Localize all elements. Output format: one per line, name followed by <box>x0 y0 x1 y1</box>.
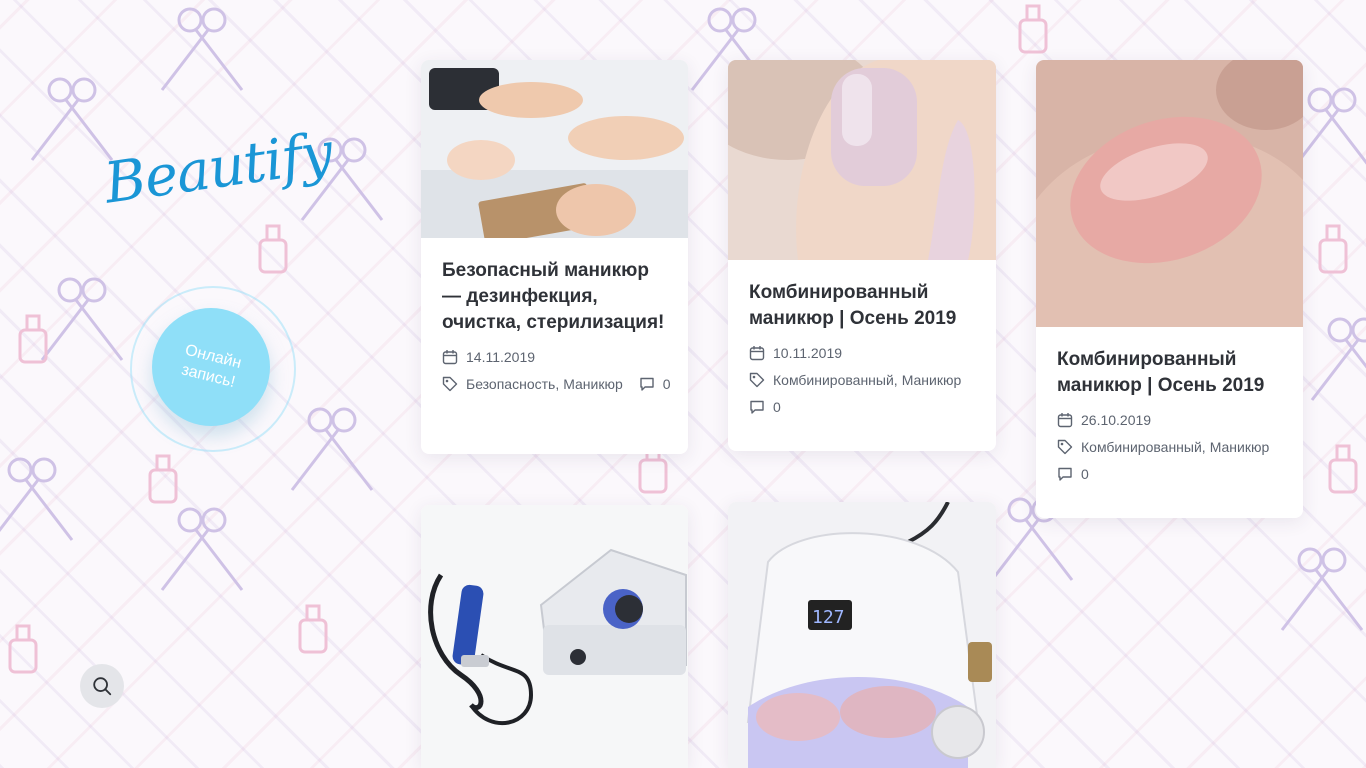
comment-icon <box>750 400 764 414</box>
post-tags: Комбинированный, Маникюр <box>1057 439 1282 455</box>
post-card: 127 <box>728 502 996 768</box>
tag-icon <box>442 376 458 392</box>
tag-icon <box>1057 439 1073 455</box>
post-tag-link[interactable]: Комбинированный <box>1081 439 1202 455</box>
post-comments-count: 0 <box>773 399 781 415</box>
post-comments: 0 <box>749 399 975 415</box>
calendar-icon <box>749 346 765 361</box>
post-thumbnail-manicure-procedure[interactable] <box>421 60 688 238</box>
comment-icon <box>1058 467 1072 481</box>
post-card <box>421 505 688 768</box>
search-icon <box>93 677 112 696</box>
post-tag-link[interactable]: Комбинированный <box>773 372 894 388</box>
post-date: 26.10.2019 <box>1057 412 1282 428</box>
post-tags: Комбинированный, Маникюр <box>749 372 975 388</box>
post-title[interactable]: Комбинированный маникюр | Осень 2019 <box>749 280 975 332</box>
online-booking-widget: Онлайн запись! <box>130 286 296 452</box>
comment-icon <box>640 377 654 391</box>
post-date-text: 26.10.2019 <box>1081 412 1152 428</box>
calendar-icon <box>442 350 458 365</box>
logo-text: Beautify <box>100 120 336 217</box>
post-thumbnail-nail-drill[interactable] <box>421 505 688 768</box>
calendar-icon <box>1057 413 1073 428</box>
post-tag-link[interactable]: Маникюр <box>563 376 623 392</box>
post-comments-link[interactable]: 0 <box>639 376 671 392</box>
svg-text:127: 127 <box>812 607 845 628</box>
post-card: Безопасный маникюр — дезинфекция, очистк… <box>421 60 688 454</box>
search-button[interactable] <box>80 664 124 708</box>
post-comments-count: 0 <box>662 376 671 392</box>
post-title[interactable]: Безопасный маникюр — дезинфекция, очистк… <box>442 258 667 336</box>
tag-icon <box>749 372 765 388</box>
post-date: 14.11.2019 <box>442 349 667 365</box>
post-date-text: 10.11.2019 <box>773 345 843 361</box>
online-booking-button[interactable]: Онлайн запись! <box>152 308 270 426</box>
post-thumbnail-pink-nail[interactable] <box>1036 60 1303 327</box>
post-tag-link[interactable]: Безопасность <box>466 376 555 392</box>
post-thumbnail-uv-lamp[interactable]: 127 <box>728 502 996 768</box>
post-title[interactable]: Комбинированный маникюр | Осень 2019 <box>1057 347 1282 399</box>
post-meta-row: Безопасность, Маникюр 0 <box>442 376 671 392</box>
post-comments: 0 <box>1057 466 1282 482</box>
post-comments-link[interactable]: 0 <box>749 399 781 415</box>
post-card: Комбинированный маникюр | Осень 2019 10.… <box>728 60 996 451</box>
post-comments-link[interactable]: 0 <box>1057 466 1089 482</box>
site-logo[interactable]: Beautify <box>101 120 336 238</box>
post-card: Комбинированный маникюр | Осень 2019 26.… <box>1036 60 1303 518</box>
post-date-text: 14.11.2019 <box>466 349 536 365</box>
post-tag-link[interactable]: Маникюр <box>1210 439 1270 455</box>
post-date: 10.11.2019 <box>749 345 975 361</box>
post-tag-link[interactable]: Маникюр <box>902 372 962 388</box>
post-thumbnail-lilac-nails[interactable] <box>728 60 996 260</box>
post-comments-count: 0 <box>1081 466 1089 482</box>
online-booking-label: Онлайн запись! <box>180 341 244 392</box>
